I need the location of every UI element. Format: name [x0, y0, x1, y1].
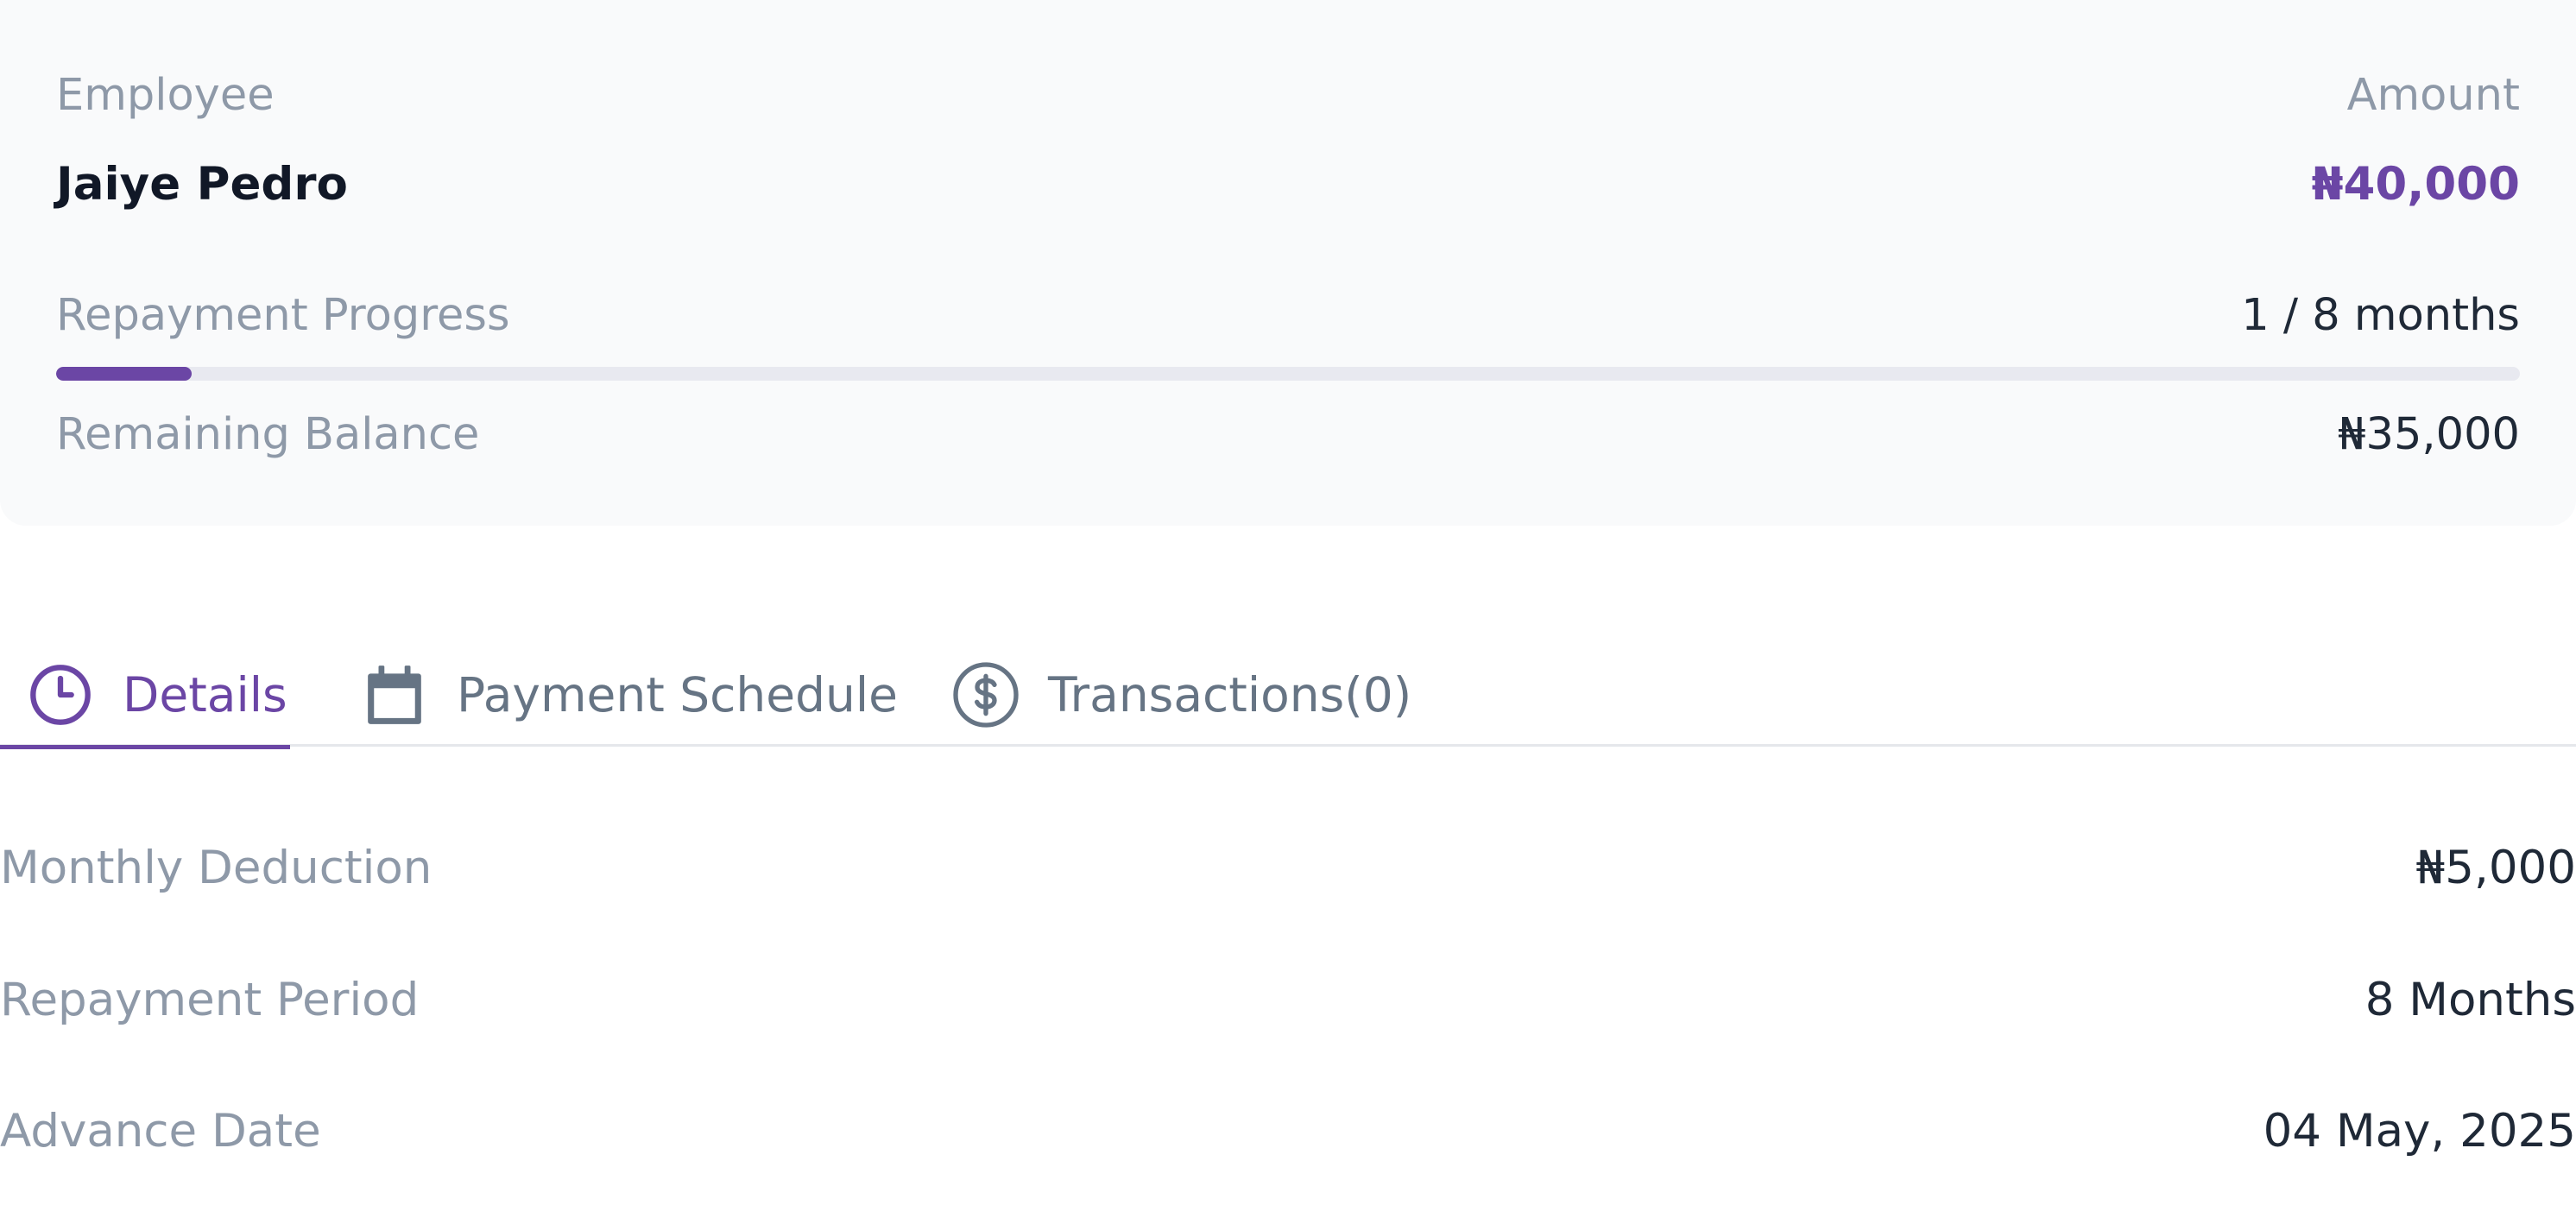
advance-amount: ₦40,000: [2311, 157, 2520, 211]
summary-value-row: Jaiye Pedro ₦40,000: [56, 154, 2520, 214]
detail-value: 8 Months: [2364, 973, 2576, 1026]
repayment-progress-bar: [56, 367, 2520, 381]
employee-label: Employee: [56, 69, 275, 121]
loan-summary-card: Employee Amount Jaiye Pedro ₦40,000 Repa…: [0, 0, 2576, 526]
detail-tabs: Details Payment Schedule Transactions(0): [0, 643, 2576, 749]
detail-label: Repayment Period: [0, 973, 420, 1026]
employee-name: Jaiye Pedro: [56, 157, 348, 211]
tab-transactions-label: Transactions(0): [1048, 667, 1412, 722]
detail-label: Advance Date: [0, 1104, 321, 1158]
tab-details-label: Details: [123, 667, 287, 722]
summary-label-row: Employee Amount: [56, 65, 2520, 125]
detail-row-advance-date: Advance Date 04 May, 2025: [0, 1096, 2576, 1165]
progress-row: Repayment Progress 1 / 8 months: [56, 285, 2520, 345]
amount-label: Amount: [2346, 69, 2520, 121]
detail-row-repayment-period: Repayment Period 8 Months: [0, 965, 2576, 1034]
detail-row-monthly-deduction: Monthly Deduction ₦5,000: [0, 833, 2576, 902]
progress-value: 1 / 8 months: [2241, 289, 2520, 341]
detail-label: Monthly Deduction: [0, 841, 432, 894]
progress-label: Repayment Progress: [56, 289, 510, 341]
clock-icon: [24, 659, 97, 731]
tab-payment-schedule[interactable]: Payment Schedule: [358, 643, 898, 747]
calendar-icon: [358, 659, 431, 731]
balance-value: ₦35,000: [2338, 408, 2520, 460]
tab-payment-schedule-label: Payment Schedule: [457, 667, 899, 722]
tab-details[interactable]: Details: [0, 643, 290, 749]
dollar-circle-icon: [950, 659, 1022, 731]
detail-value: ₦5,000: [2415, 841, 2576, 894]
balance-row: Remaining Balance ₦35,000: [56, 404, 2520, 464]
tab-transactions[interactable]: Transactions(0): [950, 643, 1411, 747]
balance-label: Remaining Balance: [56, 408, 480, 460]
repayment-progress-fill: [56, 367, 192, 381]
detail-value: 04 May, 2025: [2263, 1104, 2576, 1158]
